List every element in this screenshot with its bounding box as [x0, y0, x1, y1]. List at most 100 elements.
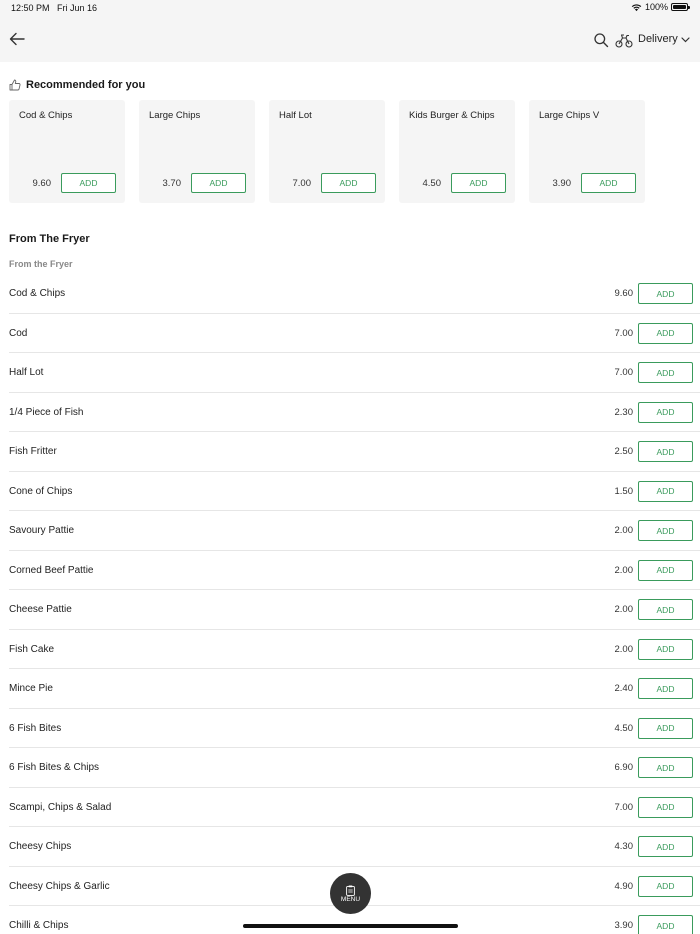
recommended-title: Recommended for you — [26, 79, 146, 91]
delivery-mode-selector[interactable]: Delivery — [638, 33, 678, 45]
menu-item-row[interactable]: 6 Fish Bites & Chips 6.90 ADD — [0, 748, 700, 788]
bike-icon[interactable] — [615, 32, 633, 48]
menu-item-row[interactable]: Cod 7.00 ADD — [0, 314, 700, 353]
menu-item-name: Cheesy Chips — [9, 841, 72, 852]
add-button[interactable]: ADD — [638, 283, 693, 304]
menu-item-name: Fish Cake — [9, 643, 55, 655]
menu-item-price: 2.00 — [614, 643, 634, 655]
menu-item-price: 7.00 — [614, 327, 634, 339]
recommended-card[interactable]: Kids Burger & Chips 4.50 ADD — [399, 100, 515, 203]
recommended-item-name: Large Chips V — [539, 110, 600, 121]
menu-fab-button[interactable]: MENU — [330, 873, 371, 914]
menu-item-row[interactable]: Cheesy Chips 4.30 ADD — [0, 827, 700, 867]
add-button[interactable]: ADD — [638, 599, 693, 620]
add-button[interactable]: ADD — [638, 915, 693, 934]
status-date: Fri Jun 16 — [57, 3, 98, 13]
menu-item-row[interactable]: Savoury Pattie 2.00 ADD — [0, 511, 700, 551]
menu-item-row[interactable]: Mince Pie 2.40 ADD — [0, 669, 700, 709]
battery-icon — [671, 3, 690, 11]
menu-item-price: 7.00 — [614, 801, 634, 813]
menu-item-row[interactable]: Fish Fritter 2.50 ADD — [0, 432, 700, 472]
recommended-item-name: Kids Burger & Chips — [409, 110, 495, 121]
menu-item-name: Half Lot — [9, 367, 44, 378]
menu-item-price: 4.90 — [614, 880, 634, 892]
add-button[interactable]: ADD — [638, 362, 693, 383]
add-button[interactable]: ADD — [638, 401, 693, 423]
recommended-card[interactable]: Cod & Chips 9.60 ADD — [9, 100, 125, 203]
menu-item-name: Savoury Pattie — [9, 525, 75, 536]
menu-item-row[interactable]: Cheese Pattie 2.00 ADD — [0, 590, 700, 630]
section-subtitle: From the Fryer — [9, 259, 73, 269]
menu-item-name: Chilli & Chips — [9, 920, 69, 931]
menu-item-row[interactable]: 1/4 Piece of Fish 2.30 ADD — [0, 393, 700, 432]
menu-item-price: 2.50 — [614, 446, 634, 457]
recommended-item-name: Cod & Chips — [19, 110, 73, 121]
menu-item-row[interactable]: Fish Cake 2.00 ADD — [0, 630, 700, 669]
add-button[interactable]: ADD — [191, 173, 246, 193]
menu-item-name: Cod & Chips — [9, 288, 66, 299]
add-button[interactable]: ADD — [638, 757, 693, 778]
add-button[interactable]: ADD — [61, 173, 116, 193]
menu-item-name: Scampi, Chips & Salad — [9, 801, 112, 813]
menu-item-row[interactable]: 6 Fish Bites 4.50 ADD — [0, 709, 700, 748]
menu-item-row[interactable]: Corned Beef Pattie 2.00 ADD — [0, 551, 700, 590]
menu-item-price: 2.40 — [614, 683, 634, 694]
search-icon[interactable] — [593, 32, 609, 48]
recommended-item-name: Half Lot — [279, 110, 312, 121]
menu-item-name: 1/4 Piece of Fish — [9, 406, 84, 418]
recommended-item-price: 4.50 — [422, 178, 442, 189]
status-bar: 12:50 PM Fri Jun 16 100% — [0, 0, 700, 18]
menu-clipboard-icon — [346, 885, 355, 896]
recommended-card[interactable]: Large Chips V 3.90 ADD — [529, 100, 645, 203]
menu-item-list: Cod & Chips 9.60 ADD Cod 7.00 ADD Half Lot 7.… — [0, 274, 700, 934]
recommended-card[interactable]: Half Lot 7.00 ADD — [269, 100, 385, 203]
recommended-item-price: 3.90 — [552, 178, 572, 189]
thumbs-up-icon — [9, 79, 21, 91]
add-button[interactable]: ADD — [451, 173, 506, 193]
menu-item-name: Cheesy Chips & Garlic — [9, 880, 110, 892]
menu-item-price: 7.00 — [614, 367, 634, 378]
menu-item-price: 2.00 — [614, 525, 634, 536]
recommended-carousel: Cod & Chips 9.60 ADD Large Chips 3.70 AD… — [9, 100, 645, 203]
add-button[interactable]: ADD — [638, 441, 693, 462]
status-time: 12:50 PM Fri Jun 16 — [11, 3, 97, 13]
status-right: 100% — [631, 2, 690, 12]
recommended-item-price: 7.00 — [292, 178, 312, 189]
add-button[interactable]: ADD — [638, 480, 693, 502]
menu-item-row[interactable]: Cod & Chips 9.60 ADD — [0, 274, 700, 314]
menu-item-row[interactable]: Scampi, Chips & Salad 7.00 ADD — [0, 788, 700, 827]
menu-item-name: 6 Fish Bites & Chips — [9, 762, 100, 773]
menu-item-price: 6.90 — [614, 762, 634, 773]
menu-item-name: Mince Pie — [9, 683, 53, 694]
recommended-card[interactable]: Large Chips 3.70 ADD — [139, 100, 255, 203]
add-button[interactable]: ADD — [638, 836, 693, 857]
add-button[interactable]: ADD — [638, 520, 693, 541]
add-button[interactable]: ADD — [321, 173, 376, 193]
add-button[interactable]: ADD — [638, 322, 693, 344]
add-button[interactable]: ADD — [638, 638, 693, 660]
menu-item-name: Cod — [9, 327, 28, 339]
recommended-item-price: 9.60 — [32, 178, 52, 189]
add-button[interactable]: ADD — [581, 173, 636, 193]
menu-item-name: Cone of Chips — [9, 485, 73, 497]
top-nav-bar: Delivery — [0, 18, 700, 62]
menu-item-price: 3.90 — [614, 920, 634, 931]
chevron-down-icon[interactable] — [681, 36, 690, 44]
menu-item-row[interactable]: Half Lot 7.00 ADD — [0, 353, 700, 393]
add-button[interactable]: ADD — [638, 796, 693, 818]
menu-item-price: 1.50 — [614, 485, 634, 497]
menu-item-price: 4.50 — [614, 722, 634, 734]
section-title: From The Fryer — [9, 233, 90, 245]
add-button[interactable]: ADD — [638, 717, 693, 739]
add-button[interactable]: ADD — [638, 875, 693, 897]
wifi-icon — [631, 3, 642, 11]
menu-item-name: 6 Fish Bites — [9, 722, 62, 734]
add-button[interactable]: ADD — [638, 559, 693, 581]
menu-item-row[interactable]: Cone of Chips 1.50 ADD — [0, 472, 700, 511]
add-button[interactable]: ADD — [638, 678, 693, 699]
recommended-heading: Recommended for you — [9, 79, 145, 91]
menu-fab-label: MENU — [340, 895, 361, 903]
back-arrow-icon[interactable] — [8, 30, 26, 48]
menu-item-price: 9.60 — [614, 288, 634, 299]
menu-item-price: 2.00 — [614, 604, 634, 615]
